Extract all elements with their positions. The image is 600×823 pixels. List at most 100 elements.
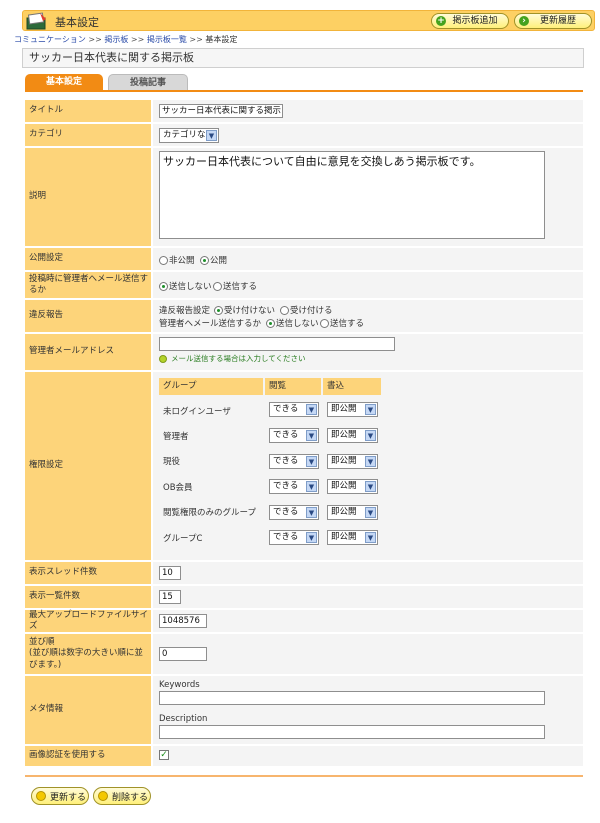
permission-view-select[interactable]: できる ▼ — [269, 530, 319, 545]
add-board-button[interactable]: + 掲示板追加 — [431, 13, 509, 29]
permission-view-select[interactable]: できる ▼ — [269, 479, 319, 494]
permission-group-name: 管理者 — [163, 432, 189, 442]
breadcrumb: コミュニケーション >> 掲示板 >> 掲示板一覧 >> 基本設定 — [14, 35, 238, 44]
chevron-down-icon: ▼ — [365, 532, 376, 543]
plus-icon: + — [436, 16, 446, 26]
description-textarea[interactable]: サッカー日本代表について自由に意見を交換しあう掲示板です。 — [159, 151, 545, 239]
notify-yes-option[interactable]: 送信する — [213, 280, 257, 292]
keywords-input[interactable] — [159, 691, 545, 705]
radio-public[interactable] — [200, 255, 209, 265]
radio-notify-yes[interactable] — [213, 281, 222, 291]
captcha-checkbox[interactable]: ✓ — [159, 750, 169, 760]
chevron-down-icon: ▼ — [206, 130, 217, 141]
radio-violation-accept[interactable] — [280, 305, 289, 315]
radio-notify-no[interactable] — [159, 281, 168, 291]
title-input[interactable]: サッカー日本代表に関する掲示 — [159, 104, 283, 118]
violation-mail-no-option[interactable]: 送信しない — [266, 317, 319, 329]
chevron-down-icon: ▼ — [306, 456, 317, 467]
arrow-right-icon: › — [519, 16, 529, 26]
row-list-count: 表示一覧件数 15 — [25, 586, 583, 608]
permission-view-select[interactable]: できる ▼ — [269, 402, 319, 417]
chevron-down-icon: ▼ — [306, 481, 317, 492]
order-label: 並び順 (並び順は数字の大きい順に並びます。) — [25, 634, 151, 674]
breadcrumb-link-board-list[interactable]: 掲示板一覧 — [147, 35, 187, 44]
page-title: 基本設定 — [55, 16, 99, 29]
tab-basic-settings[interactable]: 基本設定 — [25, 74, 103, 90]
permission-write-select[interactable]: 即公開 ▼ — [327, 505, 378, 520]
permissions-header-write: 書込 — [323, 378, 381, 395]
max-upload-label: 最大アップロードファイルサイズ — [25, 610, 151, 632]
title-label: タイトル — [25, 100, 151, 122]
violation-accept-option[interactable]: 受け付ける — [280, 304, 333, 316]
chevron-down-icon: ▼ — [365, 481, 376, 492]
chevron-down-icon: ▼ — [365, 430, 376, 441]
footer-divider — [25, 775, 583, 777]
notify-admin-label: 投稿時に管理者へメール送信するか — [25, 272, 151, 298]
thread-count-input[interactable]: 10 — [159, 566, 181, 580]
update-button[interactable]: 更新する — [31, 787, 89, 805]
row-max-upload: 最大アップロードファイルサイズ 1048576 — [25, 610, 583, 632]
description-meta-input[interactable] — [159, 725, 545, 739]
update-history-button[interactable]: › 更新履歴 — [514, 13, 592, 29]
visibility-label: 公開設定 — [25, 248, 151, 270]
chevron-down-icon: ▼ — [306, 507, 317, 518]
permission-group-name: 閲覧権限のみのグループ — [163, 508, 256, 518]
violation-mail-yes-option[interactable]: 送信する — [320, 317, 364, 329]
radio-violation-reject[interactable] — [214, 305, 223, 315]
visibility-public-option[interactable]: 公開 — [200, 254, 227, 266]
radio-violation-mail-yes[interactable] — [320, 318, 329, 328]
description-label: 説明 — [25, 148, 151, 246]
chevron-down-icon: ▼ — [365, 507, 376, 518]
permission-write-select[interactable]: 即公開 ▼ — [327, 428, 378, 443]
breadcrumb-link-board[interactable]: 掲示板 — [104, 35, 128, 44]
breadcrumb-current: 基本設定 — [205, 35, 238, 44]
permission-write-select[interactable]: 即公開 ▼ — [327, 454, 378, 469]
breadcrumb-link-communication[interactable]: コミュニケーション — [14, 35, 86, 44]
permission-view-select[interactable]: できる ▼ — [269, 454, 319, 469]
row-order: 並び順 (並び順は数字の大きい順に並びます。) 0 — [25, 634, 583, 674]
permission-group-name: 現役 — [163, 457, 181, 467]
permission-group-name: 未ログインユーザ — [163, 407, 231, 417]
row-meta: メタ情報 Keywords Description — [25, 676, 583, 744]
row-notify-admin: 投稿時に管理者へメール送信するか 送信しない 送信する — [25, 272, 583, 298]
chevron-down-icon: ▼ — [306, 404, 317, 415]
category-select[interactable]: カテゴリなし ▼ — [159, 128, 219, 143]
row-title: タイトル サッカー日本代表に関する掲示 — [25, 100, 583, 122]
radio-private[interactable] — [159, 255, 168, 265]
admin-email-input[interactable] — [159, 337, 395, 351]
row-violation: 違反報告 違反報告設定 受け付けない 受け付ける 管理者へメール送信するか 送信… — [25, 300, 583, 332]
visibility-private-option[interactable]: 非公開 — [159, 254, 195, 266]
violation-setting-label: 違反報告設定 — [159, 306, 211, 316]
chevron-down-icon: ▼ — [365, 404, 376, 415]
category-label: カテゴリ — [25, 124, 151, 146]
row-permissions: 権限設定 グループ 閲覧 書込 未ログインユーザ できる ▼ 即公開 ▼ 管理者 で… — [25, 372, 583, 560]
order-input[interactable]: 0 — [159, 647, 207, 661]
chevron-down-icon: ▼ — [306, 430, 317, 441]
tab-posts[interactable]: 投稿記事 — [108, 74, 188, 90]
chevron-down-icon: ▼ — [306, 532, 317, 543]
permission-write-select[interactable]: 即公開 ▼ — [327, 479, 378, 494]
page-header: 基本設定 + 掲示板追加 › 更新履歴 — [22, 10, 595, 31]
permission-write-select[interactable]: 即公開 ▼ — [327, 530, 378, 545]
settings-logo-icon — [26, 12, 46, 30]
permissions-header-view: 閲覧 — [265, 378, 321, 395]
yellow-dot-icon — [36, 791, 46, 801]
description-meta-label: Description — [159, 714, 208, 724]
permission-view-select[interactable]: できる ▼ — [269, 428, 319, 443]
delete-button[interactable]: 削除する — [93, 787, 151, 805]
notify-no-option[interactable]: 送信しない — [159, 280, 212, 292]
list-count-input[interactable]: 15 — [159, 590, 181, 604]
lightbulb-icon — [159, 355, 167, 363]
thread-count-label: 表示スレッド件数 — [25, 562, 151, 584]
keywords-label: Keywords — [159, 680, 200, 690]
max-upload-input[interactable]: 1048576 — [159, 614, 207, 628]
violation-reject-option[interactable]: 受け付けない — [214, 304, 275, 316]
row-visibility: 公開設定 非公開 公開 — [25, 248, 583, 270]
radio-violation-mail-no[interactable] — [266, 318, 275, 328]
permission-write-select[interactable]: 即公開 ▼ — [327, 402, 378, 417]
chevron-down-icon: ▼ — [365, 456, 376, 467]
list-count-label: 表示一覧件数 — [25, 586, 151, 608]
row-thread-count: 表示スレッド件数 10 — [25, 562, 583, 584]
row-admin-email: 管理者メールアドレス メール送信する場合は入力してください — [25, 334, 583, 370]
permission-view-select[interactable]: できる ▼ — [269, 505, 319, 520]
